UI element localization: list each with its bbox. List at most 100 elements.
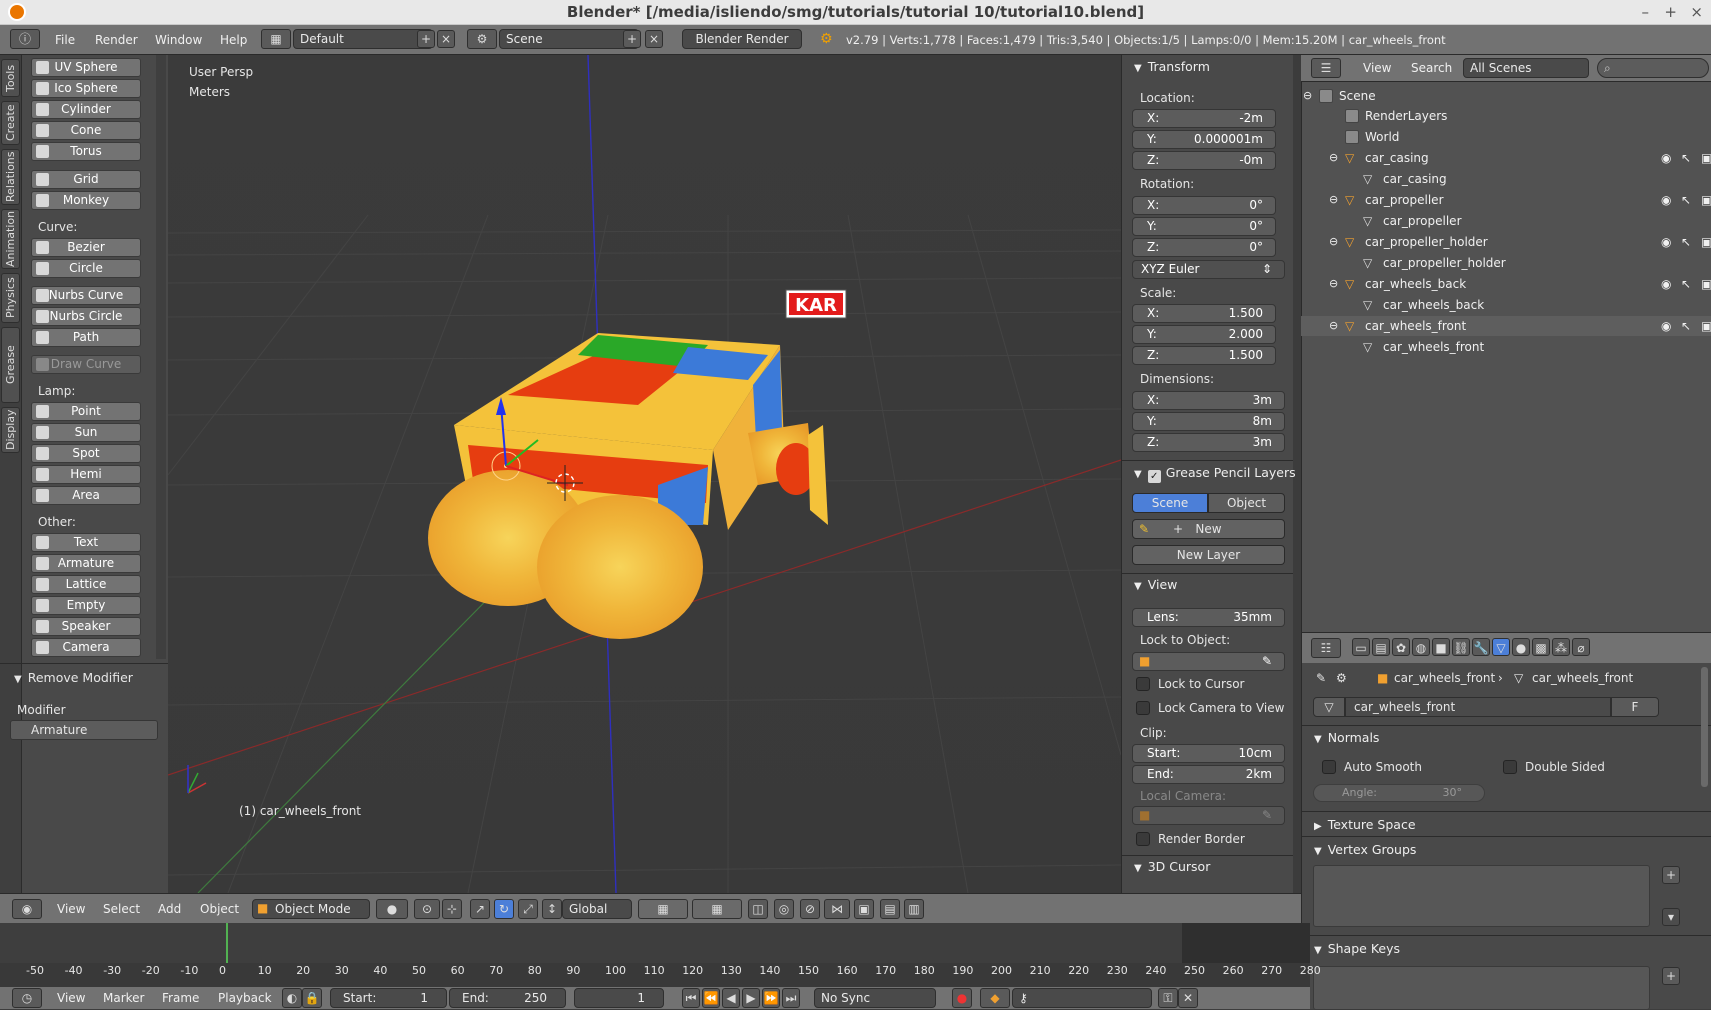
cursor-icon[interactable]: ↖ — [1681, 190, 1691, 210]
tab-display[interactable]: Display — [1, 407, 20, 453]
mesh-name-field[interactable]: car_wheels_front — [1345, 697, 1611, 717]
tab-relations[interactable]: Relations — [1, 149, 20, 205]
close-button[interactable]: × — [1690, 0, 1703, 25]
expand-toggle-icon[interactable]: ⊖ — [1329, 148, 1338, 168]
scale-y-field[interactable]: Y: 2.000 — [1132, 325, 1276, 344]
keying-set-field[interactable]: ⚷ — [1012, 988, 1152, 1008]
outliner-row[interactable]: ⊖ ▽ car_casing ◉ ↖ ▣ — [1301, 148, 1711, 168]
timeline-menu-view[interactable]: View — [57, 991, 85, 1005]
lock-to-cursor-checkbox[interactable] — [1136, 677, 1150, 691]
particles-tab-icon[interactable]: ⁂ — [1552, 638, 1570, 656]
add-monkey-button[interactable]: Monkey — [31, 191, 141, 210]
dimension-y-field[interactable]: Y: 8m — [1132, 412, 1285, 431]
remove-scene-icon[interactable]: × — [645, 30, 663, 48]
jump-keyframe-forward-icon[interactable]: ⏩ — [762, 988, 780, 1008]
add-nurbs-circle-button[interactable]: Nurbs Circle — [31, 307, 141, 326]
jump-start-icon[interactable]: ⏮ — [682, 988, 700, 1008]
texture-space-header[interactable]: ▶ Texture Space — [1314, 817, 1416, 832]
scale-x-field[interactable]: X: 1.500 — [1132, 304, 1276, 323]
rotation-y-field[interactable]: Y: 0° — [1132, 217, 1276, 236]
view-panel-header[interactable]: ▼ View — [1134, 577, 1177, 592]
render-border-checkbox[interactable] — [1136, 832, 1150, 846]
eye-icon[interactable]: ◉ — [1661, 274, 1671, 294]
translate-manipulator-icon[interactable]: ↗ — [470, 899, 490, 919]
render-icon[interactable]: ▣ — [1701, 316, 1711, 336]
eye-icon[interactable]: ◉ — [1661, 190, 1671, 210]
clip-end-field[interactable]: End: 2km — [1132, 765, 1285, 784]
cursor-icon[interactable]: ↖ — [1681, 232, 1691, 252]
cursor-icon[interactable]: ↖ — [1681, 148, 1691, 168]
outliner-row[interactable]: ⊖ Scene — [1301, 86, 1711, 106]
lock-layers-icon[interactable]: ◫ — [748, 899, 768, 919]
scale-z-field[interactable]: Z: 1.500 — [1132, 346, 1276, 365]
add-shape-key-icon[interactable]: + — [1662, 967, 1680, 985]
render-icon[interactable]: ▣ — [1701, 274, 1711, 294]
dimension-x-field[interactable]: X: 3m — [1132, 391, 1285, 410]
add-cylinder-button[interactable]: Cylinder — [31, 100, 141, 119]
auto-smooth-angle-field[interactable]: Angle: 30° — [1313, 784, 1485, 802]
render-icon[interactable]: ▣ — [1701, 148, 1711, 168]
cursor-icon[interactable]: ↖ — [1681, 316, 1691, 336]
scale-manipulator-icon[interactable]: ⤢ — [518, 899, 538, 919]
record-icon[interactable]: ● — [952, 988, 972, 1008]
timeline[interactable] — [0, 923, 1310, 987]
local-camera-field[interactable]: ■ ✎ — [1132, 806, 1285, 825]
add-hemi-lamp-button[interactable]: Hemi — [31, 465, 141, 484]
location-y-field[interactable]: Y: 0.000001m — [1132, 130, 1276, 149]
location-x-field[interactable]: X: -2m — [1132, 109, 1276, 128]
scene-layers-2-icon[interactable]: ▦ — [692, 899, 742, 919]
render-icon[interactable]: ▣ — [1701, 190, 1711, 210]
eye-icon[interactable]: ◉ — [1661, 316, 1671, 336]
outliner-row[interactable]: RenderLayers — [1301, 106, 1711, 126]
texture-tab-icon[interactable]: ▩ — [1532, 638, 1550, 656]
delete-keyframe-icon[interactable]: ✕ — [1178, 988, 1198, 1008]
add-bezier-button[interactable]: Bezier — [31, 238, 141, 257]
editor-type-properties-icon[interactable]: ☷ — [1311, 638, 1341, 658]
rotate-manipulator-icon[interactable]: ↻ — [494, 899, 514, 919]
outliner-menu-search[interactable]: Search — [1411, 61, 1452, 75]
expand-toggle-icon[interactable]: ⊖ — [1329, 274, 1338, 294]
modifiers-tab-icon[interactable]: 🔧 — [1472, 638, 1490, 656]
screen-layout-icon[interactable]: ▦ — [261, 29, 291, 49]
editor-type-info-icon[interactable]: ⓘ — [10, 29, 40, 49]
timeline-menu-frame[interactable]: Frame — [162, 991, 199, 1005]
add-spot-lamp-button[interactable]: Spot — [31, 444, 141, 463]
rotation-z-field[interactable]: Z: 0° — [1132, 238, 1276, 257]
render-layers-tab-icon[interactable]: ▤ — [1372, 638, 1390, 656]
end-frame-field[interactable]: End: 250 — [449, 988, 566, 1008]
grease-pencil-layers-header[interactable]: ▼ ✓ Grease Pencil Layers — [1134, 465, 1296, 483]
jump-end-icon[interactable]: ⏭ — [782, 988, 800, 1008]
object-mode-dropdown[interactable]: Object Mode — [252, 899, 370, 919]
menu-help[interactable]: Help — [220, 33, 247, 47]
constraints-tab-icon[interactable]: ⛓ — [1452, 638, 1470, 656]
add-armature-button[interactable]: Armature — [31, 554, 141, 573]
menu-window[interactable]: Window — [155, 33, 202, 47]
rotation-mode-dropdown[interactable]: XYZ Euler ⇕ — [1132, 260, 1285, 279]
lock-object-field[interactable]: ■ ✎ — [1132, 652, 1285, 671]
remove-layout-icon[interactable]: × — [437, 30, 455, 48]
menu-file[interactable]: File — [55, 33, 75, 47]
tab-grease-pencil[interactable]: Grease Pencil — [1, 327, 34, 403]
tab-animation[interactable]: Animation — [1, 209, 20, 269]
transform-header[interactable]: ▼ Transform — [1134, 59, 1210, 74]
transform-orientation-icon[interactable]: ↕ — [542, 899, 562, 919]
fake-user-button[interactable]: F — [1611, 697, 1659, 717]
outliner-mesh-row[interactable]: ▽ car_wheels_front — [1301, 337, 1711, 357]
mesh-browse-icon[interactable]: ▽ — [1313, 697, 1345, 717]
vertex-groups-header[interactable]: ▼ Vertex Groups — [1314, 842, 1416, 857]
shape-keys-header[interactable]: ▼ Shape Keys — [1314, 941, 1400, 956]
outliner-row[interactable]: World — [1301, 127, 1711, 147]
normals-header[interactable]: ▼ Normals — [1314, 730, 1379, 745]
editor-type-timeline-icon[interactable]: ◷ — [12, 988, 42, 1008]
location-z-field[interactable]: Z: -0m — [1132, 151, 1276, 170]
play-icon[interactable]: ▶ — [742, 988, 760, 1008]
gp-new-layer-button[interactable]: New Layer — [1132, 545, 1285, 565]
outliner-search-input[interactable]: ⌕ — [1597, 58, 1709, 78]
lock-time-icon[interactable]: 🔒 — [302, 988, 322, 1008]
add-path-button[interactable]: Path — [31, 328, 141, 347]
draw-curve-button[interactable]: Draw Curve — [31, 355, 141, 374]
insert-keyframe-icon[interactable]: ⚿ — [1158, 988, 1178, 1008]
outliner-mesh-row[interactable]: ▽ car_propeller_holder — [1301, 253, 1711, 273]
lock-camera-checkbox[interactable] — [1136, 701, 1150, 715]
outliner-mesh-row[interactable]: ▽ car_propeller — [1301, 211, 1711, 231]
